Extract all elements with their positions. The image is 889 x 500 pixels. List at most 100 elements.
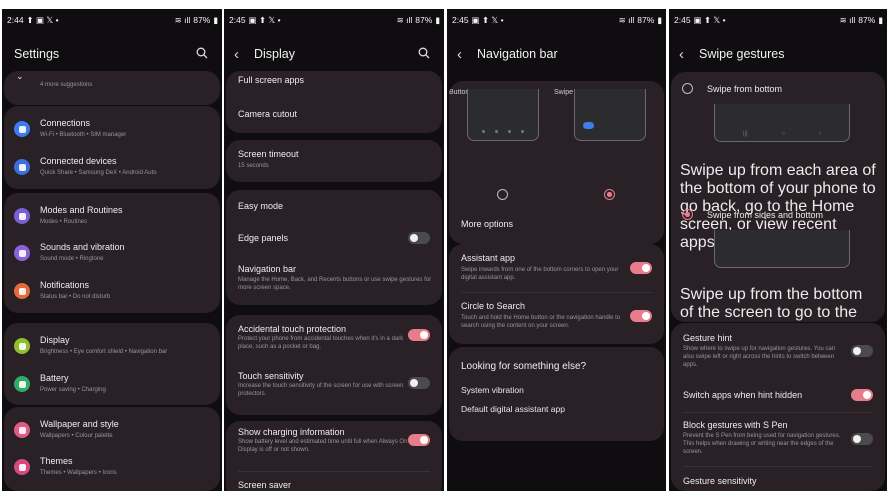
gesture-item-sensitivity[interactable]: Gesture sensitivity: [671, 469, 885, 491]
status-bar: 2:44 ⬆ ▣ 𝕏 • ≋ ıll 87% ▮: [7, 14, 218, 26]
swipe-gestures-screen: 2:45 ▣ ⬆ 𝕏 • ≋ ıll 87% ▮ ‹ Swipe gestures S…: [669, 9, 887, 491]
item-subtitle: Swipe inwards from one of the bottom cor…: [461, 267, 619, 281]
item-title: Gesture sensitivity: [683, 476, 757, 486]
more-options-label: More options: [461, 219, 514, 229]
settings-item-modes[interactable]: Modes and Routines Modes • Routines: [4, 201, 220, 237]
display-item-navigation-bar[interactable]: Navigation bar Manage the Home, Back, an…: [226, 258, 442, 304]
gesture-settings-card: Gesture hint Show where to swipe up for …: [671, 323, 885, 491]
looking-title: Looking for something else?: [461, 361, 587, 372]
divider: [461, 292, 652, 293]
notification-icons: ▣ ⬆ 𝕏 •: [248, 14, 281, 25]
suggestions-arrow-icon: ⌄: [16, 71, 24, 81]
buttons-option[interactable]: Buttons: [449, 81, 554, 206]
display-item-full-screen-apps[interactable]: Full screen apps: [226, 71, 442, 99]
item-subtitle: Status bar • Do not disturb: [40, 294, 111, 300]
page-title: Navigation bar: [477, 47, 558, 61]
swipe-from-bottom-option[interactable]: Swipe from bottom ||| ○ ‹ Swipe up from ea…: [671, 72, 885, 251]
divider: [683, 412, 873, 413]
switch-apps-toggle[interactable]: [851, 389, 873, 401]
nav-item-circle-to-search[interactable]: Circle to Search Touch and hold the Home…: [449, 296, 664, 342]
swipe-from-sides-preview: [714, 230, 850, 268]
notification-icons: ▣ ⬆ 𝕏 •: [471, 14, 504, 25]
item-title: Screen timeout: [238, 149, 299, 159]
page-title: Settings: [14, 47, 60, 61]
display-item-easy-mode[interactable]: Easy mode: [226, 190, 442, 220]
system-vibration-link[interactable]: System vibration: [461, 385, 524, 395]
themes-icon: [14, 459, 30, 475]
item-title: Display: [40, 335, 70, 345]
signal-icons: ≋ ıll: [396, 14, 413, 25]
item-title: Wallpaper and style: [40, 419, 119, 429]
block-s-pen-toggle[interactable]: [851, 433, 873, 445]
display-item-screen-saver[interactable]: Screen saver: [226, 473, 442, 491]
battery-settings-icon: [14, 376, 30, 392]
item-title: Screen saver: [238, 480, 292, 490]
battery-level: 87%: [415, 15, 433, 25]
back-icon[interactable]: ‹: [457, 46, 477, 63]
item-subtitle: Protect your phone from accidental touch…: [238, 336, 404, 350]
settings-item-display[interactable]: Display Brightness • Eye comfort shield …: [4, 331, 220, 367]
settings-item-battery[interactable]: Battery Power saving • Charging: [4, 369, 220, 405]
item-title: Gesture hint: [683, 333, 733, 343]
settings-screen: 2:44 ⬆ ▣ 𝕏 • ≋ ıll 87% ▮ Settings ⌄ 4 more …: [2, 9, 222, 491]
settings-item-themes[interactable]: Themes Themes • Wallpapers • Icons: [4, 452, 220, 488]
display-card-timeout: Screen timeout 15 seconds: [226, 140, 442, 182]
gesture-item-switch-apps[interactable]: Switch apps when hint hidden: [671, 381, 885, 409]
gesture-item-hint[interactable]: Gesture hint Show where to swipe up for …: [671, 323, 885, 375]
item-title: Sounds and vibration: [40, 242, 125, 252]
status-time: 2:45: [452, 15, 469, 25]
battery-level: 87%: [858, 15, 876, 25]
default-assistant-link[interactable]: Default digital assistant app: [461, 404, 565, 414]
more-options-row[interactable]: More options: [449, 209, 664, 239]
display-card: Display Brightness • Eye comfort shield …: [4, 323, 220, 405]
item-subtitle: 15 seconds: [238, 163, 269, 169]
display-item-accidental-touch[interactable]: Accidental touch protection Protect your…: [226, 315, 442, 363]
display-card-modes: Easy mode Edge panels Navigation bar Man…: [226, 190, 442, 305]
settings-item-connections[interactable]: Connections Wi-Fi • Bluetooth • SIM mana…: [4, 114, 220, 150]
back-icon[interactable]: ‹: [234, 46, 254, 63]
circle-to-search-toggle[interactable]: [630, 310, 652, 322]
suggestions-card[interactable]: ⌄ 4 more suggestions: [4, 71, 220, 105]
item-subtitle: Show where to swipe up for navigation ge…: [683, 346, 836, 368]
display-item-touch-sensitivity[interactable]: Touch sensitivity Increase the touch sen…: [226, 367, 442, 413]
swipe-gestures-option[interactable]: Swipe gestures: [554, 81, 664, 206]
item-title: Circle to Search: [461, 301, 526, 311]
swipe-from-bottom-radio[interactable]: [682, 83, 693, 94]
touch-sensitivity-toggle[interactable]: [408, 377, 430, 389]
item-subtitle: Increase the touch sensitivity of the sc…: [238, 383, 404, 397]
battery-icon: ▮: [435, 14, 440, 25]
item-title: Easy mode: [238, 201, 284, 211]
page-title: Display: [254, 47, 295, 61]
suggestions-row[interactable]: ⌄ 4 more suggestions: [4, 71, 220, 105]
display-item-screen-timeout[interactable]: Screen timeout 15 seconds: [226, 140, 442, 182]
item-title: Modes and Routines: [40, 205, 123, 215]
settings-item-wallpaper[interactable]: Wallpaper and style Wallpapers • Colour …: [4, 415, 220, 451]
display-item-edge-panels[interactable]: Edge panels: [226, 222, 442, 252]
item-subtitle: Show battery level and estimated time un…: [238, 439, 408, 453]
display-item-charging-info[interactable]: Show charging information Show battery l…: [226, 421, 442, 467]
notifications-icon: [14, 283, 30, 299]
item-subtitle: Prevent the S Pen from being used for na…: [683, 433, 841, 455]
option-subtitle: Swipe up from the bottom of the screen t…: [680, 286, 863, 321]
edge-panels-toggle[interactable]: [408, 232, 430, 244]
status-bar: 2:45 ▣ ⬆ 𝕏 • ≋ ıll 87% ▮: [229, 14, 440, 26]
swipe-gestures-radio[interactable]: [604, 189, 615, 200]
settings-item-connected-devices[interactable]: Connected devices Quick Share • Samsung …: [4, 152, 220, 188]
swipe-from-sides-radio[interactable]: [682, 209, 693, 220]
charging-info-toggle[interactable]: [408, 434, 430, 446]
swipe-from-sides-option[interactable]: Swipe from sides and bottom Swipe up fro…: [671, 198, 885, 321]
search-icon[interactable]: [418, 46, 430, 64]
buttons-radio[interactable]: [497, 189, 508, 200]
settings-item-notifications[interactable]: Notifications Status bar • Do not distur…: [4, 276, 220, 312]
accidental-touch-toggle[interactable]: [408, 329, 430, 341]
item-title: Show charging information: [238, 427, 345, 437]
settings-item-sounds[interactable]: Sounds and vibration Sound mode • Ringto…: [4, 238, 220, 274]
back-icon[interactable]: ‹: [679, 46, 699, 63]
search-icon[interactable]: [196, 46, 208, 64]
gesture-hint-toggle[interactable]: [851, 345, 873, 357]
display-item-camera-cutout[interactable]: Camera cutout: [226, 101, 442, 131]
gesture-item-block-s-pen[interactable]: Block gestures with S Pen Prevent the S …: [671, 415, 885, 463]
item-title: Connections: [40, 118, 91, 128]
assistant-app-toggle[interactable]: [630, 262, 652, 274]
nav-item-assistant-app[interactable]: Assistant app Swipe inwards from one of …: [449, 252, 664, 294]
